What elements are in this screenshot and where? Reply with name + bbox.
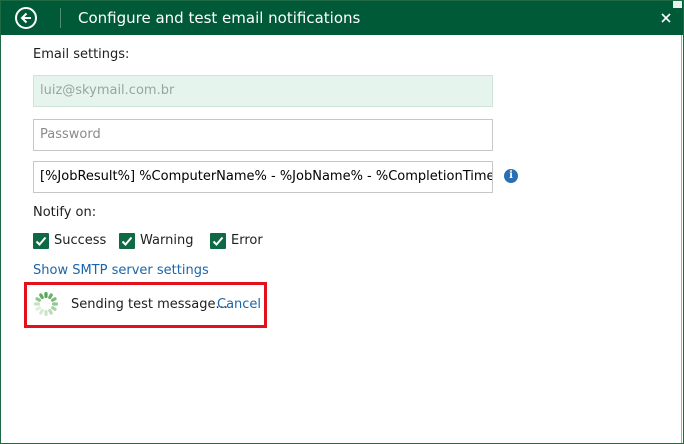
notify-on-label: Notify on: bbox=[33, 205, 97, 220]
warning-label: Warning bbox=[140, 233, 194, 248]
info-icon[interactable]: i bbox=[504, 169, 518, 183]
close-icon bbox=[661, 13, 671, 23]
email-settings-label: Email settings: bbox=[33, 47, 130, 62]
arrow-left-icon bbox=[20, 12, 31, 24]
subject-field[interactable]: [%JobResult%] %ComputerName% - %JobName%… bbox=[33, 161, 493, 193]
password-field[interactable]: Password bbox=[33, 119, 493, 151]
title-bar: Configure and test email notifications bbox=[1, 1, 683, 35]
dialog-edge bbox=[681, 35, 682, 443]
email-address-field[interactable]: luiz@skymail.com.br bbox=[33, 75, 493, 107]
checkbox-box[interactable] bbox=[210, 233, 226, 249]
dialog-title: Configure and test email notifications bbox=[78, 9, 361, 27]
error-label: Error bbox=[231, 233, 263, 248]
close-button[interactable] bbox=[658, 10, 674, 26]
checkbox-box[interactable] bbox=[33, 233, 49, 249]
loading-spinner-icon bbox=[34, 292, 58, 316]
dialog-window: Configure and test email notifications bbox=[0, 0, 684, 444]
checkbox-box[interactable] bbox=[119, 233, 135, 249]
checkmark-icon bbox=[121, 236, 133, 246]
title-separator bbox=[60, 8, 61, 28]
smtp-settings-link[interactable]: Show SMTP server settings bbox=[33, 263, 209, 278]
corner-mark bbox=[673, 1, 682, 8]
sending-status-text: Sending test message... bbox=[71, 297, 228, 312]
cancel-link[interactable]: Cancel bbox=[217, 297, 261, 312]
checkmark-icon bbox=[35, 236, 47, 246]
back-button[interactable] bbox=[15, 7, 37, 29]
checkmark-icon bbox=[212, 236, 224, 246]
success-label: Success bbox=[54, 233, 107, 248]
